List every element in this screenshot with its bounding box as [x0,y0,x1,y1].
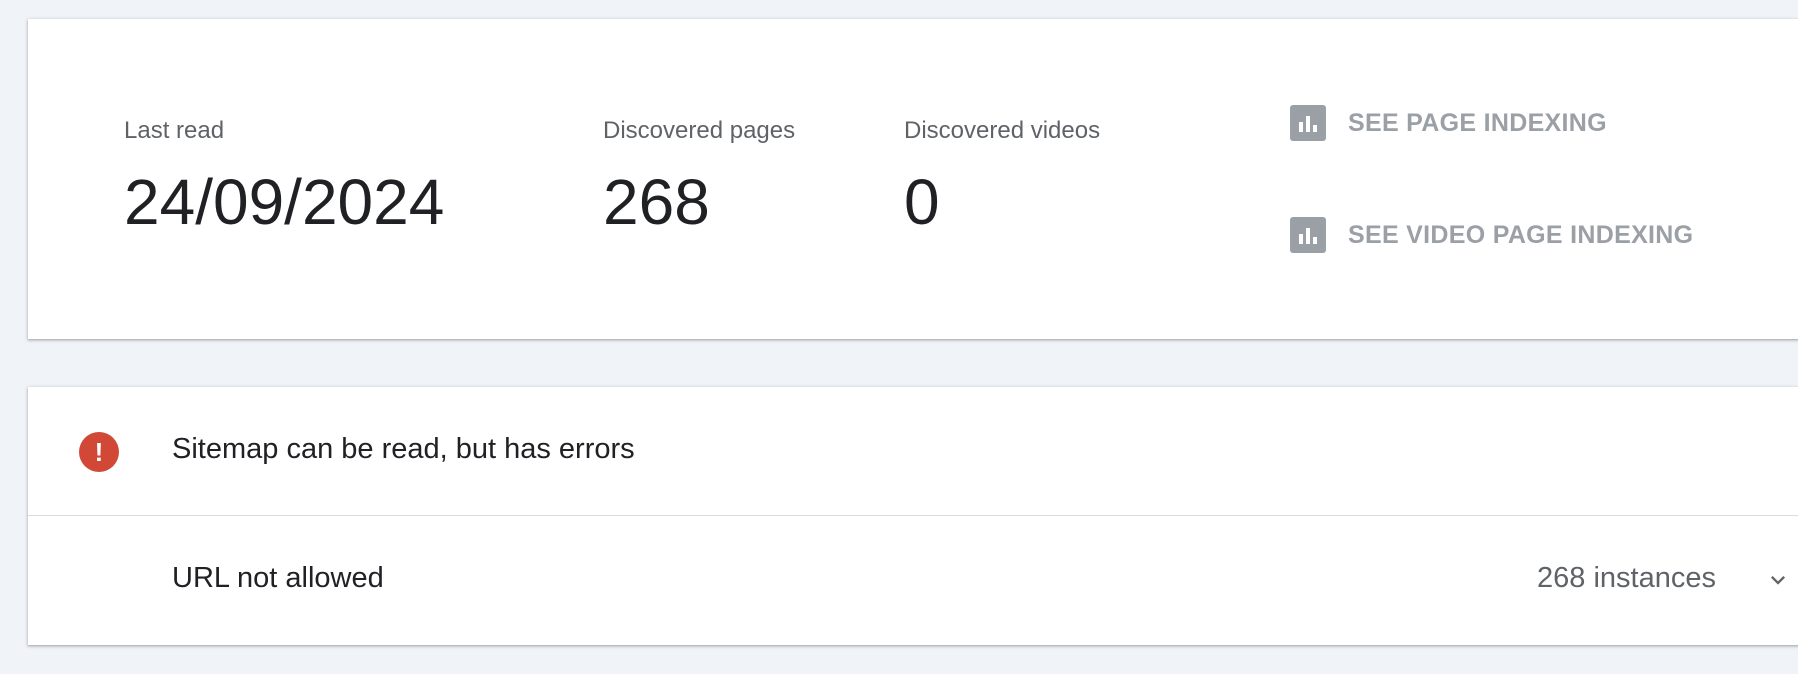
discovered-pages-value: 268 [603,166,710,238]
issue-instance-count: 268 instances [1537,562,1716,594]
discovered-pages-label: Discovered pages [603,117,796,144]
discovered-videos-label: Discovered videos [904,117,1101,144]
see-page-indexing-label: SEE PAGE INDEXING [1348,108,1607,137]
last-read-label: Last read [124,117,225,144]
see-video-page-indexing-label: SEE VIDEO PAGE INDEXING [1348,220,1694,249]
last-read-value: 24/09/2024 [124,166,445,238]
issue-title: URL not allowed [172,562,384,594]
sitemap-summary-card: Last read 24/09/2024 Discovered pages 26… [28,19,1798,339]
status-header: ! Sitemap can be read, but has errors [28,387,1798,516]
discovered-videos-value: 0 [904,166,940,238]
error-icon: ! [79,432,119,472]
sitemap-errors-card: ! Sitemap can be read, but has errors UR… [28,387,1798,645]
see-page-indexing-button[interactable]: SEE PAGE INDEXING [1290,103,1607,143]
chevron-down-icon[interactable] [1764,566,1792,594]
bar-chart-icon [1290,217,1326,253]
see-video-page-indexing-button[interactable]: SEE VIDEO PAGE INDEXING [1290,215,1693,255]
status-message: Sitemap can be read, but has errors [172,433,635,465]
issue-row-url-not-allowed[interactable]: URL not allowed 268 instances [28,516,1798,645]
bar-chart-icon [1290,105,1326,141]
